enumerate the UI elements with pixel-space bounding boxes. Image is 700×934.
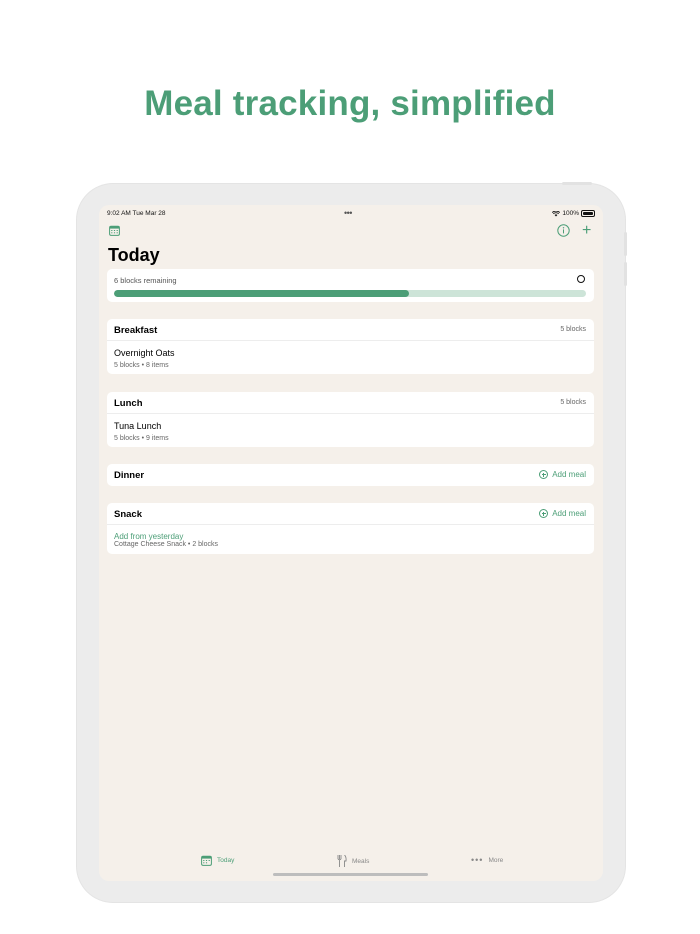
meal-name: Snack [114, 509, 142, 520]
meal-item-name[interactable]: Overnight Oats [114, 348, 175, 358]
meal-header: Lunch 5 blocks [107, 392, 594, 414]
plus-circle-icon [539, 509, 549, 518]
blocks-remaining-label: 6 blocks remaining [114, 276, 177, 285]
status-right: 100% [552, 210, 595, 217]
meal-name: Breakfast [114, 325, 158, 336]
meal-item-detail: 5 blocks • 9 items [114, 435, 169, 442]
info-icon[interactable] [557, 224, 570, 237]
tab-label: Meals [352, 857, 370, 865]
battery-percent: 100% [562, 210, 579, 217]
meal-blocks-count: 5 blocks [560, 326, 586, 333]
status-time: 9:02 AM Tue Mar 28 [107, 210, 166, 217]
meal-card-breakfast[interactable]: Breakfast 5 blocks Overnight Oats 5 bloc… [107, 319, 594, 374]
app-screen: 9:02 AM Tue Mar 28 ••• 100% + Today 6 bl… [99, 205, 603, 881]
multitask-dots-icon[interactable]: ••• [344, 208, 352, 218]
meal-blocks-count: 5 blocks [560, 399, 586, 406]
page-title: Today [108, 245, 160, 265]
tab-label: More [488, 856, 504, 864]
device-volume-down-button [624, 262, 627, 286]
meal-header: Snack Add meal [107, 503, 594, 525]
tab-more[interactable]: ••• More [471, 855, 503, 865]
meal-name: Lunch [114, 398, 143, 409]
tab-today[interactable]: Today [201, 855, 234, 866]
battery-icon [581, 210, 595, 217]
meal-card-dinner: Dinner Add meal [107, 464, 594, 486]
tab-meals[interactable]: Meals [337, 855, 369, 867]
tab-bar: Today Meals ••• More [99, 853, 603, 873]
progress-bar [114, 290, 586, 297]
add-from-yesterday-link[interactable]: Add from yesterday [114, 532, 183, 541]
suggestion-detail: Cottage Cheese Snack • 2 blocks [114, 541, 219, 548]
progress-bar-fill [114, 290, 409, 297]
tab-label: Today [217, 857, 235, 864]
more-dots-icon: ••• [471, 855, 484, 865]
meal-card-lunch[interactable]: Lunch 5 blocks Tuna Lunch 5 blocks • 9 i… [107, 392, 594, 447]
device-volume-up-button [624, 232, 627, 256]
marketing-headline: Meal tracking, simplified [144, 84, 556, 123]
add-meal-label: Add meal [552, 470, 586, 479]
meal-card-snack: Snack Add meal Add from yesterday Cottag… [107, 503, 594, 554]
meal-header: Breakfast 5 blocks [107, 319, 594, 341]
progress-ring-icon[interactable] [577, 275, 585, 283]
meal-item-name[interactable]: Tuna Lunch [114, 421, 161, 431]
home-indicator[interactable] [273, 873, 428, 876]
meal-name: Dinner [114, 470, 145, 481]
status-bar: 9:02 AM Tue Mar 28 ••• 100% [99, 208, 603, 221]
add-meal-label: Add meal [552, 509, 586, 518]
meal-item-detail: 5 blocks • 8 items [114, 362, 169, 369]
progress-card: 6 blocks remaining [107, 269, 594, 302]
calendar-icon [201, 855, 212, 866]
add-meal-button[interactable]: Add meal [539, 470, 586, 479]
fork-knife-icon [337, 855, 347, 867]
plus-circle-icon [539, 470, 549, 479]
add-meal-button[interactable]: Add meal [539, 509, 586, 518]
device-top-button [562, 182, 592, 185]
add-button[interactable]: + [582, 223, 591, 239]
wifi-icon [552, 210, 561, 216]
calendar-icon[interactable] [109, 225, 120, 236]
